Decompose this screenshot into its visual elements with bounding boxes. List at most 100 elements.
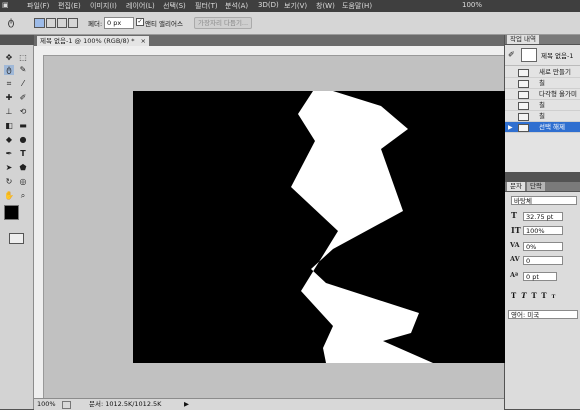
add-selection-icon[interactable] — [46, 18, 56, 28]
history-item[interactable]: 새로 만들기 — [505, 67, 580, 78]
menu-file[interactable]: 파일(F) — [27, 1, 49, 11]
lasso-tool-icon[interactable]: ტ — [4, 65, 14, 75]
history-state-icon — [518, 80, 529, 88]
history-item[interactable]: 칠 — [505, 78, 580, 89]
tracking-icon: AV — [510, 255, 520, 263]
subtract-selection-icon[interactable] — [57, 18, 67, 28]
history-brush-tool-icon[interactable]: ⟲ — [18, 107, 28, 117]
stamp-tool-icon[interactable]: ⊥ — [4, 107, 14, 117]
font-family-select[interactable]: 바탕체 — [511, 196, 577, 205]
quick-mask-icon[interactable] — [9, 233, 24, 244]
history-panel-tabs: 작업 내역 — [505, 35, 580, 44]
tab-character[interactable]: 문자 — [507, 182, 525, 191]
menu-bar: ▣ 파일(F) 편집(E) 이미지(I) 레이어(L) 선택(S) 필터(T) … — [0, 0, 580, 12]
font-size-icon: T — [511, 210, 517, 220]
type-tool-icon[interactable]: T — [18, 149, 28, 159]
healing-tool-icon[interactable]: ✚ — [4, 93, 14, 103]
canvas-artwork — [291, 91, 433, 363]
history-state-icon — [518, 91, 529, 99]
feather-input[interactable]: 0 px — [104, 17, 134, 29]
pen-tool-icon[interactable]: ✒ — [4, 149, 14, 159]
refine-edge-button[interactable]: 가장자리 다듬기... — [194, 17, 253, 29]
snapshot-label: 제목 없음-1 — [541, 52, 574, 60]
dodge-tool-icon[interactable]: ● — [18, 135, 28, 145]
hand-tool-icon[interactable]: ✋ — [4, 191, 14, 201]
document-tab-title: 제목 없음-1 @ 100% (RGB/8) * — [40, 37, 135, 45]
font-size-input[interactable]: 32.75 pt — [523, 212, 563, 221]
new-selection-icon[interactable] — [34, 18, 45, 28]
character-panel-tabs: 문자 단락 — [505, 182, 580, 191]
tab-history[interactable]: 작업 내역 — [507, 35, 539, 44]
tab-paragraph[interactable]: 단락 — [527, 182, 545, 191]
menu-image[interactable]: 이미지(I) — [90, 1, 117, 11]
history-item[interactable]: 다각형 올가미 — [505, 89, 580, 100]
baseline-shift-icon: Aª — [510, 271, 519, 279]
lasso-tool-preset-icon[interactable]: ტ — [6, 18, 16, 28]
intersect-selection-icon[interactable] — [68, 18, 78, 28]
options-bar: ტ 페더: 0 px ✓ 앤티 앨리어스 가장자리 다듬기... — [0, 12, 580, 35]
history-state-icon — [518, 113, 529, 121]
gradient-tool-icon[interactable]: ▬ — [18, 121, 28, 131]
horizontal-ruler — [34, 46, 504, 56]
menu-help[interactable]: 도움말(H) — [342, 1, 372, 11]
ps-logo-icon: ▣ — [2, 1, 9, 9]
history-panel: ✐ 제목 없음-1 새로 만들기 칠 다각형 올가미 칠 칠 ▶ 선택 해제 — [505, 45, 580, 172]
language-select[interactable]: 영어: 미국 — [508, 310, 578, 319]
status-info-icon[interactable] — [62, 401, 71, 409]
snapshot-thumbnail — [521, 48, 537, 62]
menu-window[interactable]: 창(W) — [316, 1, 335, 11]
antialias-checkbox[interactable]: ✓ — [136, 18, 144, 26]
character-panel: 바탕체 T 32.75 pt IT 100% VA 0% AV 0 Aª 0 p… — [505, 192, 580, 409]
document-canvas[interactable] — [133, 91, 541, 363]
history-snapshot[interactable]: ✐ 제목 없음-1 — [505, 45, 580, 66]
eraser-tool-icon[interactable]: ◧ — [4, 121, 14, 131]
3d-rotate-tool-icon[interactable]: ↻ — [4, 177, 14, 187]
shape-tool-icon[interactable]: ⬟ — [18, 163, 28, 173]
menu-3d[interactable]: 3D(D) — [258, 1, 279, 9]
status-bar: 100% 문서: 1012.5K/1012.5K ▶ — [34, 398, 504, 410]
history-item[interactable]: 칠 — [505, 100, 580, 111]
blur-tool-icon[interactable]: ◆ — [4, 135, 14, 145]
vertical-scale-icon: IT — [511, 225, 521, 235]
crop-tool-icon[interactable]: ⌗ — [4, 79, 14, 89]
eyedropper-tool-icon[interactable]: ⁄ — [18, 79, 28, 89]
history-state-marker-icon: ▶ — [508, 124, 513, 131]
status-menu-arrow-icon[interactable]: ▶ — [184, 399, 189, 409]
zoom-level[interactable]: 100% — [462, 1, 482, 9]
close-tab-icon[interactable]: × — [141, 36, 146, 46]
3d-orbit-tool-icon[interactable]: ◎ — [18, 177, 28, 187]
tracking-select[interactable]: 0% — [523, 242, 563, 251]
path-select-tool-icon[interactable]: ➤ — [4, 163, 14, 173]
marquee-tool-icon[interactable]: ⬚ — [18, 53, 28, 63]
zoom-tool-icon[interactable]: ⌕ — [18, 191, 28, 201]
menu-edit[interactable]: 편집(E) — [58, 1, 81, 11]
kerning-icon: VA — [510, 241, 520, 249]
baseline-shift-input[interactable]: 0 pt — [523, 272, 557, 281]
vertical-scale-input[interactable]: 100% — [523, 226, 563, 235]
history-item[interactable]: 칠 — [505, 111, 580, 122]
history-item-selected[interactable]: ▶ 선택 해제 — [505, 122, 580, 133]
brush-tool-icon[interactable]: ✐ — [18, 93, 28, 103]
menu-view[interactable]: 보기(V) — [284, 1, 307, 11]
menu-select[interactable]: 선택(S) — [163, 1, 186, 11]
status-zoom[interactable]: 100% — [37, 399, 56, 409]
history-state-icon — [518, 69, 529, 77]
menu-analysis[interactable]: 분석(A) — [225, 1, 248, 11]
document-tab[interactable]: 제목 없음-1 @ 100% (RGB/8) * × — [37, 36, 149, 46]
white-zigzag-shape — [291, 91, 433, 363]
foreground-color-swatch[interactable] — [4, 205, 19, 220]
history-state-icon — [518, 102, 529, 110]
move-tool-icon[interactable]: ✥ — [4, 53, 14, 63]
vertical-ruler — [34, 55, 44, 398]
text-style-buttons[interactable]: TTTTT — [511, 291, 560, 300]
tracking-input[interactable]: 0 — [523, 256, 563, 265]
document-tab-bar: 제목 없음-1 @ 100% (RGB/8) * × — [34, 35, 504, 46]
quick-select-tool-icon[interactable]: ✎ — [18, 65, 28, 75]
menu-filter[interactable]: 필터(T) — [195, 1, 218, 11]
right-panel-dock: 작업 내역 ✐ 제목 없음-1 새로 만들기 칠 다각형 올가미 칠 칠 ▶ 선택… — [505, 35, 580, 409]
feather-label: 페더: — [88, 20, 103, 28]
tools-panel: ✥ ⬚ ტ ✎ ⌗ ⁄ ✚ ✐ ⊥ ⟲ ◧ ▬ ◆ ● ✒ T ➤ ⬟ ↻ ◎ … — [0, 45, 34, 409]
menu-layer[interactable]: 레이어(L) — [126, 1, 155, 11]
antialias-label: 앤티 앨리어스 — [145, 20, 183, 28]
snapshot-brush-icon[interactable]: ✐ — [508, 50, 515, 59]
